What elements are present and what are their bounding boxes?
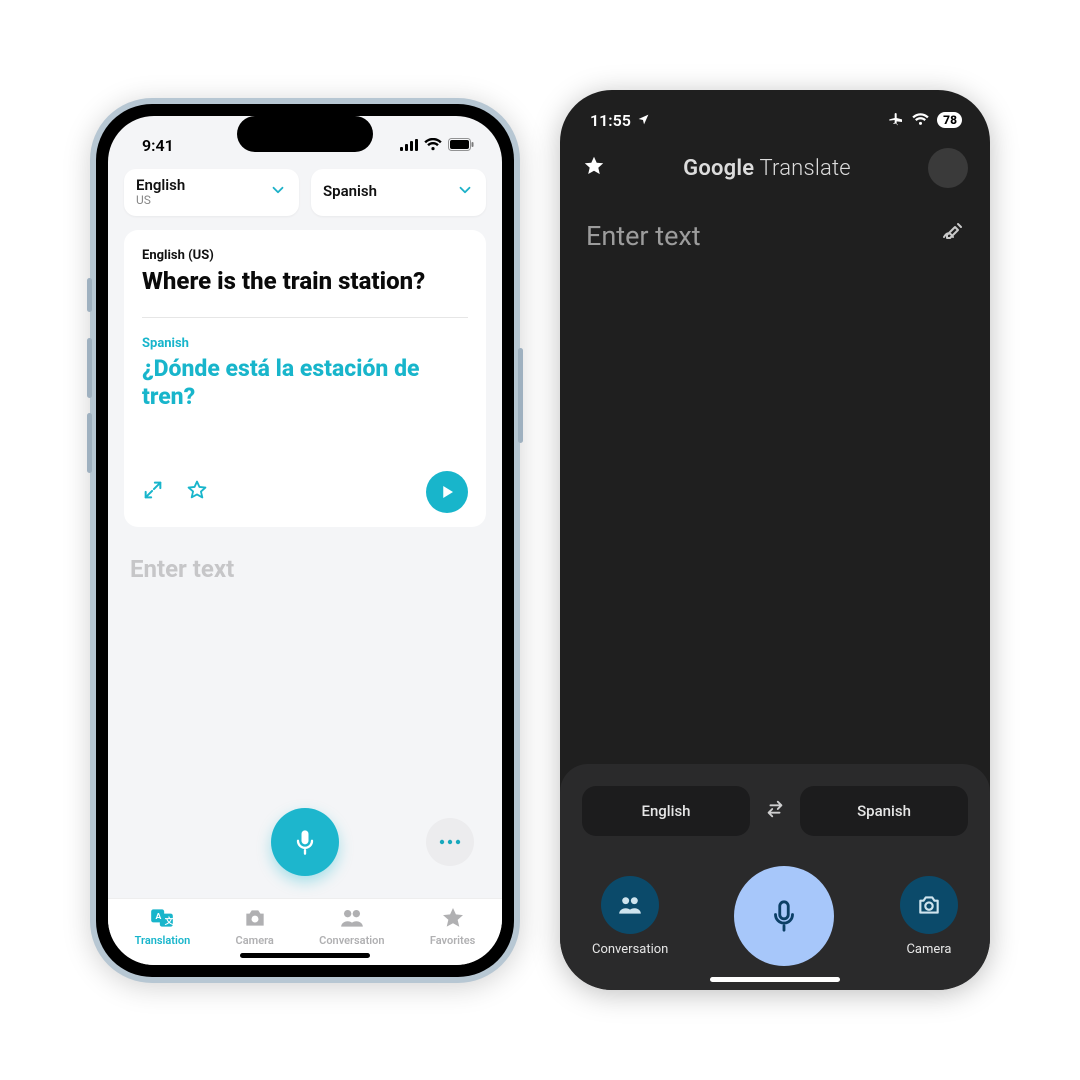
- text-input-area[interactable]: Enter text: [560, 198, 990, 764]
- source-lang-region: US: [136, 194, 185, 208]
- dynamic-island: [237, 116, 373, 152]
- volume-down-button: [87, 413, 92, 473]
- tab-camera[interactable]: Camera: [236, 905, 274, 947]
- microphone-button[interactable]: [271, 808, 339, 876]
- camera-label: Camera: [906, 942, 951, 957]
- apple-translate-screen: 9:41 English US: [108, 116, 502, 965]
- translated-text[interactable]: ¿Dónde está la estación de tren?: [142, 355, 468, 410]
- svg-text:文: 文: [164, 914, 174, 926]
- chevron-down-icon: [456, 181, 474, 203]
- tab-label: Translation: [135, 934, 191, 947]
- swap-languages-icon[interactable]: [764, 798, 786, 824]
- status-icons: 78: [888, 110, 962, 130]
- target-lang-name: Spanish: [323, 183, 377, 200]
- language-selector-row: English US Spanish: [108, 161, 502, 230]
- tab-label: Favorites: [430, 934, 475, 947]
- title-bold: Google: [683, 156, 754, 181]
- battery-indicator: 78: [937, 112, 962, 128]
- status-time: 9:41: [142, 136, 174, 155]
- divider: [142, 317, 468, 318]
- favorites-star-icon[interactable]: [582, 154, 606, 182]
- home-indicator[interactable]: [240, 953, 370, 958]
- fab-row: [108, 808, 502, 898]
- card-actions: [142, 471, 468, 513]
- target-language-selector[interactable]: Spanish: [800, 786, 968, 836]
- microphone-button[interactable]: [734, 866, 834, 966]
- tab-translation[interactable]: A文 Translation: [135, 905, 191, 947]
- source-lang-label: English (US): [142, 248, 468, 263]
- source-lang-name: English: [136, 177, 185, 194]
- translation-card: English (US) Where is the train station?…: [124, 230, 486, 527]
- home-indicator[interactable]: [710, 977, 840, 982]
- svg-text:A: A: [156, 912, 162, 922]
- google-translate-phone: 11:55 78 Google Translate Enter text: [560, 90, 990, 990]
- status-bar: 11:55 78: [560, 90, 990, 136]
- expand-icon[interactable]: [142, 479, 164, 505]
- chevron-down-icon: [269, 181, 287, 203]
- volume-up-button: [87, 338, 92, 398]
- source-language-selector[interactable]: English US: [124, 169, 299, 216]
- handwriting-icon[interactable]: [940, 220, 964, 252]
- mute-switch: [87, 278, 92, 312]
- star-icon[interactable]: [186, 479, 208, 505]
- wifi-icon: [424, 136, 442, 155]
- camera-icon: [900, 876, 958, 934]
- source-text[interactable]: Where is the train station?: [142, 267, 468, 296]
- camera-button[interactable]: Camera: [900, 876, 958, 957]
- cellular-icon: [400, 136, 418, 155]
- input-placeholder: Enter text: [586, 220, 701, 252]
- input-placeholder: Enter text: [130, 555, 234, 583]
- title-thin: Translate: [754, 156, 850, 181]
- conversation-icon: [601, 876, 659, 934]
- target-language-selector[interactable]: Spanish: [311, 169, 486, 216]
- conversation-button[interactable]: Conversation: [592, 876, 668, 957]
- tab-label: Camera: [236, 934, 274, 947]
- source-lang-name: English: [641, 802, 690, 820]
- location-icon: [637, 111, 650, 130]
- status-icons: [400, 136, 474, 155]
- conversation-label: Conversation: [592, 942, 668, 957]
- target-lang-label: Spanish: [142, 336, 468, 351]
- apple-translate-phone: 9:41 English US: [90, 98, 520, 983]
- power-button: [518, 348, 523, 443]
- source-language-selector[interactable]: English: [582, 786, 750, 836]
- bezel: 9:41 English US: [96, 104, 514, 977]
- tab-label: Conversation: [319, 934, 384, 947]
- more-button[interactable]: [426, 818, 474, 866]
- wifi-icon: [912, 111, 929, 130]
- app-title: Google Translate: [683, 156, 851, 181]
- battery-icon: [448, 136, 474, 155]
- tab-conversation[interactable]: Conversation: [319, 905, 384, 947]
- battery-percent: 78: [943, 113, 957, 127]
- target-lang-name: Spanish: [857, 802, 911, 820]
- text-input-area[interactable]: Enter text: [108, 527, 502, 808]
- airplane-icon: [888, 110, 904, 130]
- status-time: 11:55: [590, 111, 631, 130]
- app-header: Google Translate: [560, 136, 990, 198]
- play-button[interactable]: [426, 471, 468, 513]
- bottom-panel: English Spanish Conversation: [560, 764, 990, 990]
- language-selector-row: English Spanish: [582, 786, 968, 836]
- tab-favorites[interactable]: Favorites: [430, 905, 475, 947]
- action-row: Conversation Camera: [582, 866, 968, 966]
- account-avatar[interactable]: [928, 148, 968, 188]
